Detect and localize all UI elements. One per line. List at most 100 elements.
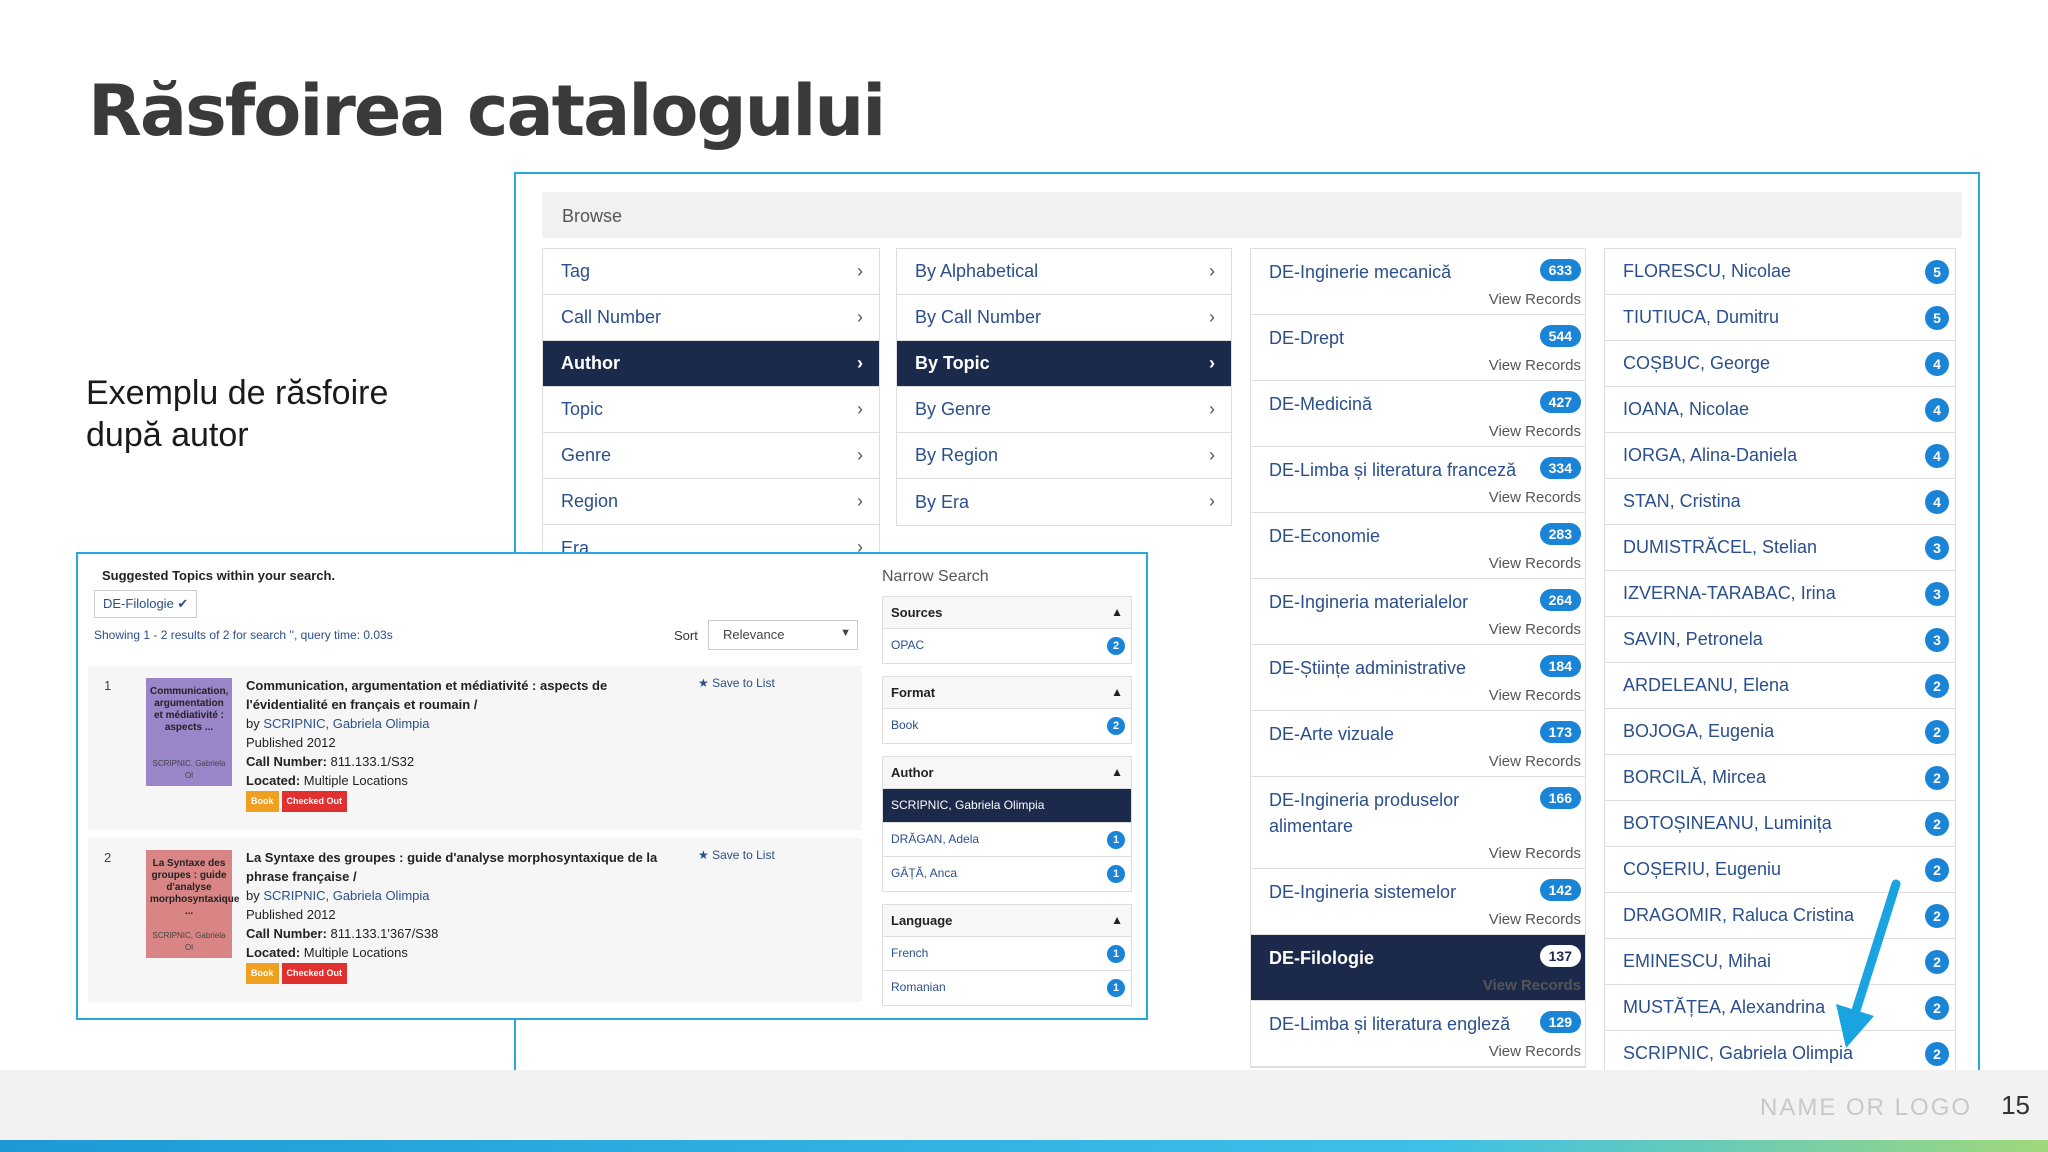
topic-item[interactable]: DE-Limba și literatura franceză 334 View R… (1251, 447, 1585, 513)
topic-filter-chip[interactable]: DE-Filologie ✔ (94, 590, 198, 618)
author-item[interactable]: TIUTIUCA, Dumitru 5 (1605, 295, 1955, 341)
category-item[interactable]: Region › (543, 479, 879, 525)
facet-header[interactable]: Author ▲ (883, 757, 1131, 789)
view-records-link[interactable]: View Records (1269, 423, 1581, 440)
author-item[interactable]: BOJOGA, Eugenia 2 (1605, 709, 1955, 755)
record-author-link[interactable]: SCRIPNIC, Gabriela Olimpia (263, 888, 429, 903)
author-item[interactable]: BORCILĂ, Mircea 2 (1605, 755, 1955, 801)
facet-item[interactable]: GÂȚĂ, Anca 1 (883, 857, 1131, 891)
view-records-link[interactable]: View Records (1269, 357, 1581, 374)
mode-item[interactable]: By Genre › (897, 387, 1231, 433)
caret-up-icon: ▲ (1111, 765, 1123, 779)
view-records-link[interactable]: View Records (1269, 753, 1581, 770)
author-item[interactable]: IORGA, Alina-Daniela 4 (1605, 433, 1955, 479)
facet-item[interactable]: OPAC 2 (883, 629, 1131, 663)
category-item-label: Author (561, 353, 620, 373)
author-item[interactable]: DUMISTRĂCEL, Stelian 3 (1605, 525, 1955, 571)
facet-item-label: Romanian (891, 980, 946, 994)
save-to-list-button[interactable]: ★ Save to List (698, 676, 775, 690)
author-item[interactable]: IOANA, Nicolae 4 (1605, 387, 1955, 433)
topic-item[interactable]: DE-Arte vizuale 173 View Records (1251, 711, 1585, 777)
view-records-link[interactable]: View Records (1269, 489, 1581, 506)
facet-count-badge: 2 (1107, 637, 1125, 655)
book-cover[interactable]: La Syntaxe des groupes : guide d'analyse… (146, 850, 239, 958)
facet-item[interactable]: DRĂGAN, Adela 1 (883, 823, 1131, 857)
call-number-value: 811.133.1'367/S38 (330, 926, 439, 941)
facet-item[interactable]: Book 2 (883, 709, 1131, 743)
caret-up-icon: ▲ (1111, 685, 1123, 699)
record-number: 2 (104, 850, 112, 865)
facet-header[interactable]: Format ▲ (883, 677, 1131, 709)
view-records-link[interactable]: View Records (1269, 977, 1581, 994)
book-cover[interactable]: Communication, argumentation et médiativ… (146, 678, 232, 786)
view-records-link[interactable]: View Records (1269, 687, 1581, 704)
author-item[interactable]: DRAGOMIR, Raluca Cristina 2 (1605, 893, 1955, 939)
facet-item[interactable]: SCRIPNIC, Gabriela Olimpia (883, 789, 1131, 823)
author-item[interactable]: IZVERNA-TARABAC, Irina 3 (1605, 571, 1955, 617)
by-prefix: by (246, 888, 260, 903)
author-item[interactable]: COȘBUC, George 4 (1605, 341, 1955, 387)
topic-item[interactable]: DE-Limba și literatura engleză 129 View Re… (1251, 1001, 1585, 1067)
facet-header[interactable]: Sources ▲ (883, 597, 1131, 629)
topic-item[interactable]: DE-Ingineria sistemelor 142 View Records (1251, 869, 1585, 935)
author-item[interactable]: ARDELEANU, Elena 2 (1605, 663, 1955, 709)
author-item[interactable]: SAVIN, Petronela 3 (1605, 617, 1955, 663)
view-records-link[interactable]: View Records (1269, 555, 1581, 572)
mode-item[interactable]: By Region › (897, 433, 1231, 479)
author-count-badge: 3 (1925, 582, 1949, 606)
mode-item-label: By Region (915, 445, 999, 465)
category-item-label: Tag (561, 261, 591, 281)
topic-item[interactable]: DE-Ingineria materialelor 264 View Records (1251, 579, 1585, 645)
topic-item[interactable]: DE-Medicină 427 View Records (1251, 381, 1585, 447)
facet-header[interactable]: Language ▲ (883, 905, 1131, 937)
category-item[interactable]: Tag › (543, 249, 879, 295)
topic-item[interactable]: DE-Științe administrative 184 View Records (1251, 645, 1585, 711)
chevron-right-icon: › (857, 307, 863, 327)
author-item[interactable]: STAN, Cristina 4 (1605, 479, 1955, 525)
record-title-link[interactable]: La Syntaxe des groupes : guide d'analyse… (246, 848, 676, 886)
topic-item[interactable]: DE-Ingineria produselor alimentare 166 Vie… (1251, 777, 1585, 869)
topic-label: DE-Economie (1269, 526, 1381, 546)
mode-item[interactable]: By Alphabetical › (897, 249, 1231, 295)
view-records-link[interactable]: View Records (1269, 845, 1581, 862)
topic-item[interactable]: DE-Drept 544 View Records (1251, 315, 1585, 381)
author-name: DRAGOMIR, Raluca Cristina (1623, 905, 1855, 925)
record-author-link[interactable]: SCRIPNIC, Gabriela Olimpia (263, 716, 429, 731)
author-item[interactable]: MUSTĂȚEA, Alexandrina 2 (1605, 985, 1955, 1031)
record-title-link[interactable]: Communication, argumentation et médiativ… (246, 676, 676, 714)
author-item[interactable]: BOTOȘINEANU, Luminița 2 (1605, 801, 1955, 847)
category-item[interactable]: Call Number › (543, 295, 879, 341)
topic-count-badge: 427 (1539, 391, 1581, 413)
author-name: BOJOGA, Eugenia (1623, 721, 1775, 741)
view-records-link[interactable]: View Records (1269, 911, 1581, 928)
caret-down-icon: ▼ (840, 627, 851, 639)
chevron-right-icon: › (857, 399, 863, 419)
author-item[interactable]: FLORESCU, Nicolae 5 (1605, 249, 1955, 295)
mode-item[interactable]: By Era › (897, 479, 1231, 525)
mode-item[interactable]: By Call Number › (897, 295, 1231, 341)
view-records-link[interactable]: View Records (1269, 621, 1581, 638)
facet-item[interactable]: French 1 (883, 937, 1131, 971)
category-item[interactable]: Topic › (543, 387, 879, 433)
topic-item[interactable]: DE-Economie 283 View Records (1251, 513, 1585, 579)
author-name: FLORESCU, Nicolae (1623, 261, 1792, 281)
author-item[interactable]: EMINESCU, Mihai 2 (1605, 939, 1955, 985)
topic-item[interactable]: DE-Filologie 137 View Records (1251, 935, 1585, 1001)
category-item-label: Genre (561, 445, 612, 465)
category-item[interactable]: Author › (543, 341, 879, 387)
author-name: MUSTĂȚEA, Alexandrina (1623, 997, 1826, 1017)
view-records-link[interactable]: View Records (1269, 291, 1581, 308)
facet-header-label: Language (891, 913, 953, 928)
category-item[interactable]: Genre › (543, 433, 879, 479)
author-item[interactable]: COȘERIU, Eugeniu 2 (1605, 847, 1955, 893)
facet-item[interactable]: Romanian 1 (883, 971, 1131, 1005)
sort-select[interactable]: Relevance ▼ (708, 620, 858, 650)
mode-item-label: By Call Number (915, 307, 1042, 327)
author-count-badge: 5 (1925, 306, 1949, 330)
mode-item[interactable]: By Topic › (897, 341, 1231, 387)
topic-item[interactable]: DE-Inginerie mecanică 633 View Records (1251, 249, 1585, 315)
author-count-badge: 3 (1925, 536, 1949, 560)
save-to-list-button[interactable]: ★ Save to List (698, 848, 775, 862)
view-records-link[interactable]: View Records (1269, 1043, 1581, 1060)
author-name: SAVIN, Petronela (1623, 629, 1763, 649)
